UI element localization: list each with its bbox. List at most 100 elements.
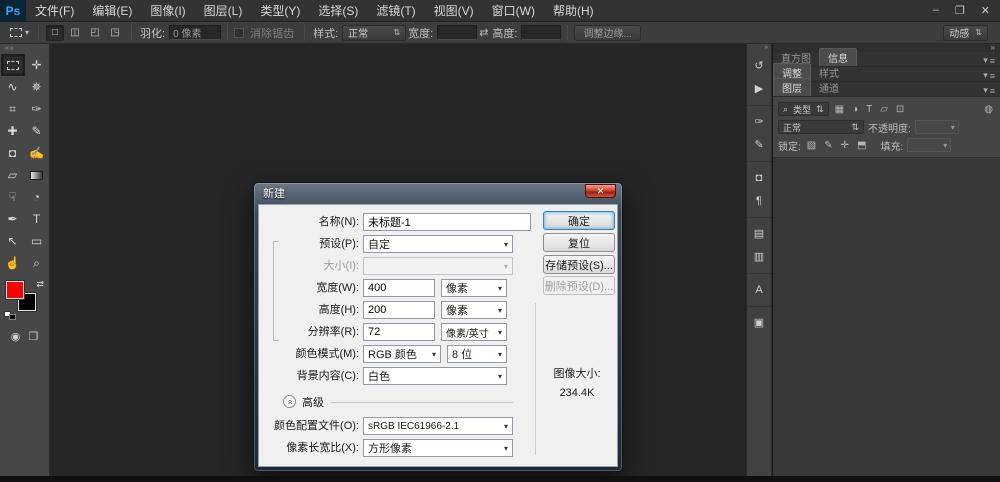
filter-pixel-layers-icon[interactable]: ▦ [833, 104, 846, 115]
width-unit-select[interactable]: 像素 ▾ [441, 279, 507, 297]
dialog-titlebar[interactable]: 新建 [254, 183, 622, 202]
move-tool[interactable]: ✛ [25, 54, 49, 76]
save-preset-button[interactable]: 存储预设(S)... [543, 255, 615, 274]
lock-image-pixels-icon[interactable]: ✎ [822, 140, 834, 151]
lasso-tool[interactable]: ∿ [1, 76, 25, 98]
filter-adjustment-layers-icon[interactable]: ◑ [850, 104, 860, 115]
restore-icon[interactable]: ❐ [955, 4, 965, 17]
character-panel-icon[interactable]: A [748, 279, 770, 300]
smudge-tool[interactable]: ☟ [1, 186, 25, 208]
resolution-input[interactable] [363, 323, 435, 341]
antialias-checkbox[interactable] [234, 28, 244, 38]
height-unit-select[interactable]: 像素 ▾ [441, 301, 507, 319]
ok-button[interactable]: 确定 [543, 211, 615, 230]
paragraph-styles-panel-icon[interactable]: ▥ [748, 246, 770, 267]
add-to-selection-button[interactable]: ◫ [66, 25, 84, 41]
filter-shape-layers-icon[interactable]: ▱ [878, 104, 890, 115]
tab-channels[interactable]: 通道 [811, 79, 847, 96]
color-profile-select[interactable]: sRGB IEC61966-2.1 ▾ [363, 417, 513, 435]
filter-smart-object-layers-icon[interactable]: ⊡ [894, 104, 906, 115]
feather-input[interactable] [169, 25, 221, 40]
screen-mode-icon[interactable]: ❐ [28, 330, 38, 343]
panel-menu-icon[interactable]: ▾≡ [983, 70, 1000, 81]
clone-stamp-tool[interactable]: ◘ [1, 142, 25, 164]
close-icon[interactable]: ✕ [981, 4, 990, 17]
crop-tool[interactable]: ⌗ [1, 98, 25, 120]
refine-edge-button[interactable]: 调整边缘... [574, 25, 640, 41]
pixel-aspect-select[interactable]: 方形像素 ▾ [363, 439, 513, 457]
menu-file[interactable]: 文件(F) [26, 0, 83, 22]
height-input[interactable] [363, 301, 435, 319]
menu-view[interactable]: 视图(V) [425, 0, 483, 22]
strip-collapse-icon[interactable]: » [747, 44, 771, 53]
default-colors-icon[interactable] [4, 311, 16, 320]
lock-transparent-pixels-icon[interactable]: ▨ [805, 140, 818, 151]
tool-preset-picker[interactable]: ▾ [7, 26, 32, 39]
menu-select[interactable]: 选择(S) [309, 0, 367, 22]
type-tool[interactable]: T [25, 208, 49, 230]
menu-help[interactable]: 帮助(H) [544, 0, 603, 22]
bit-depth-select[interactable]: 8 位 ▾ [447, 345, 507, 363]
menu-edit[interactable]: 编辑(E) [83, 0, 141, 22]
path-selection-tool[interactable]: ↖ [1, 230, 25, 252]
width-input[interactable] [363, 279, 435, 297]
brush-presets-panel-icon[interactable]: ✑ [748, 111, 770, 132]
history-panel-icon[interactable]: ↺ [748, 55, 770, 76]
color-mode-select[interactable]: RGB 颜色 ▾ [363, 345, 441, 363]
magic-wand-tool[interactable]: ✵ [25, 76, 49, 98]
menu-image[interactable]: 图像(I) [141, 0, 194, 22]
subtract-from-selection-button[interactable]: ◰ [86, 25, 104, 41]
character-styles-panel-icon[interactable]: ▤ [748, 223, 770, 244]
lock-all-icon[interactable]: ⬒ [855, 140, 868, 151]
swap-dimensions-icon[interactable]: ⇄ [479, 26, 488, 39]
gradient-tool[interactable] [25, 164, 49, 186]
quick-mask-icon[interactable]: ◉ [11, 330, 21, 343]
tool-presets-panel-icon[interactable]: ✎ [748, 134, 770, 155]
blend-mode-select[interactable]: 正常 ⇅ [778, 120, 864, 134]
advanced-toggle-button[interactable]: » [283, 395, 296, 408]
intersect-selection-button[interactable]: ◳ [106, 25, 124, 41]
actions-panel-icon[interactable]: ▶ [748, 78, 770, 99]
hand-tool[interactable]: ☝ [1, 252, 25, 274]
menu-filter[interactable]: 滤镜(T) [367, 0, 424, 22]
shape-tool[interactable]: ▭ [25, 230, 49, 252]
filter-type-layers-icon[interactable]: T [864, 104, 874, 115]
layers-panel-content[interactable] [773, 158, 1000, 476]
healing-brush-tool[interactable]: ✚ [1, 120, 25, 142]
lock-position-icon[interactable]: ✛ [839, 140, 851, 151]
dodge-tool[interactable]: ◔ [25, 186, 49, 208]
foreground-color-swatch[interactable] [6, 281, 24, 299]
workspace-switcher[interactable]: 动感 ⇅ [943, 25, 988, 41]
filter-toggle-icon[interactable]: ◍ [982, 104, 995, 115]
brush-tool[interactable]: ✎ [25, 120, 49, 142]
panel-menu-icon[interactable]: ▾≡ [983, 85, 1000, 96]
background-select[interactable]: 白色 ▾ [363, 367, 507, 385]
eraser-tool[interactable]: ▱ [1, 164, 25, 186]
opacity-input[interactable]: ▾ [915, 120, 959, 134]
tab-layers[interactable]: 图层 [773, 78, 811, 96]
dialog-close-button[interactable]: ✕ [585, 184, 616, 198]
style-select[interactable]: 正常 ⇅ [342, 25, 406, 41]
preset-select[interactable]: 自定 ▾ [363, 235, 513, 253]
fill-input[interactable]: ▾ [907, 138, 951, 152]
paragraph-panel-icon[interactable]: ¶ [748, 190, 770, 211]
swap-colors-icon[interactable]: ⇄ [36, 279, 44, 290]
eyedropper-tool[interactable]: ✑ [25, 98, 49, 120]
marquee-tool[interactable] [1, 54, 25, 76]
menu-window[interactable]: 窗口(W) [483, 0, 544, 22]
layer-filter-select[interactable]: ⌕ 类型 ⇅ [778, 102, 829, 116]
menu-layer[interactable]: 图层(L) [195, 0, 252, 22]
width-input[interactable] [437, 25, 477, 40]
height-input[interactable] [521, 25, 561, 40]
new-selection-button[interactable]: □ [46, 25, 64, 41]
notes-panel-icon[interactable]: ▣ [748, 312, 770, 333]
minimize-icon[interactable]: – [933, 4, 939, 17]
reset-button[interactable]: 复位 [543, 233, 615, 252]
clone-source-panel-icon[interactable]: ◘ [748, 167, 770, 188]
panel-menu-icon[interactable]: ▾≡ [983, 55, 1000, 66]
resolution-unit-select[interactable]: 像素/英寸 ▾ [441, 323, 507, 341]
pen-tool[interactable]: ✒ [1, 208, 25, 230]
toolbar-collapse-icon[interactable]: «« [0, 44, 49, 54]
history-brush-tool[interactable]: ✍ [25, 142, 49, 164]
name-input[interactable] [363, 213, 531, 231]
